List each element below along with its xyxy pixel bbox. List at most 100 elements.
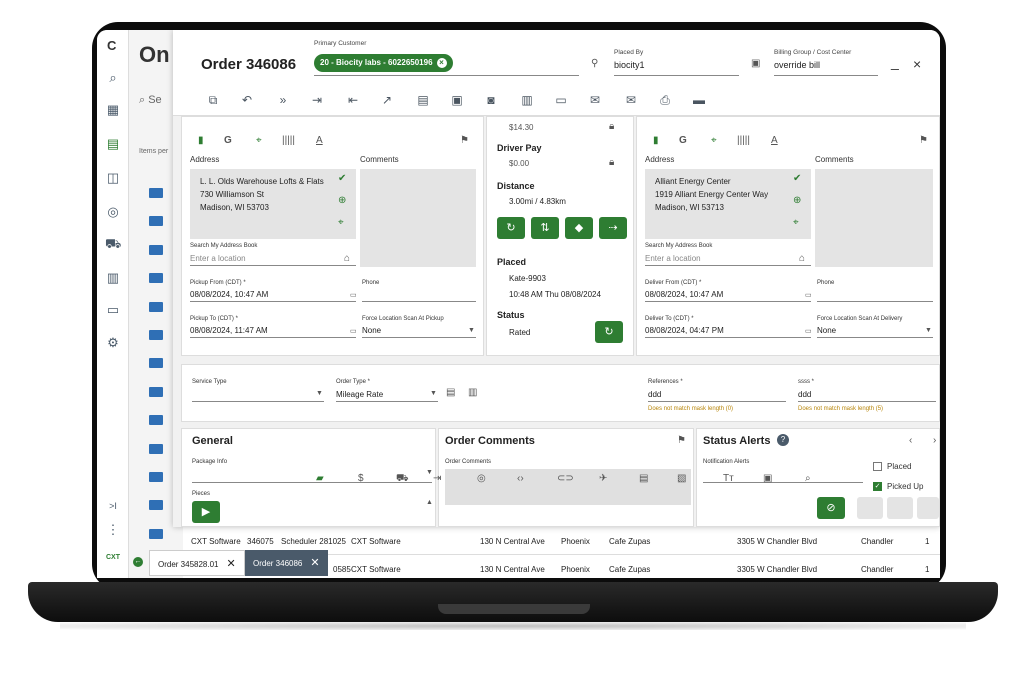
mail-icon[interactable] [149, 216, 163, 227]
image-search-icon[interactable]: ▣ [449, 92, 465, 108]
order-type-select[interactable]: Mileage Rate [336, 390, 383, 399]
print-icon[interactable]: ⎙ [657, 92, 673, 108]
calendar-icon[interactable]: ▭ [350, 291, 357, 299]
contact-card-icon[interactable]: ▣ [751, 58, 760, 69]
add-location-icon[interactable]: ⊕ [338, 195, 346, 206]
save-button[interactable] [887, 497, 913, 519]
search-icon[interactable]: ⌕ [805, 473, 811, 484]
mail-icon[interactable] [149, 329, 163, 340]
force-scan-select[interactable]: None [362, 326, 381, 335]
text-icon[interactable]: A [316, 135, 323, 146]
book-icon[interactable]: ▮ [198, 135, 204, 146]
chevron-down-icon[interactable]: ▼ [316, 390, 323, 397]
home-settings-icon[interactable]: ⌂ [799, 253, 805, 264]
pin-icon[interactable]: ⌖ [338, 217, 344, 228]
pickup-from-input[interactable]: 08/08/2024, 10:47 AM [190, 290, 268, 299]
placed-checkbox[interactable] [873, 462, 882, 471]
map-icon[interactable]: ◫ [105, 170, 121, 186]
lock-icon[interactable]: 🔒︎ [609, 157, 614, 168]
schedule-icon[interactable]: ▥ [105, 270, 121, 286]
person-search-icon[interactable]: ⚲ [591, 58, 598, 69]
address-box[interactable]: L. L. Olds Warehouse Lofts & Flats 730 W… [190, 169, 356, 239]
lock-icon[interactable]: 🔒︎ [609, 121, 614, 132]
primary-customer-chip[interactable]: 20 - Biocity labs - 6022650196 × [314, 54, 453, 72]
address-box[interactable]: Alliant Energy Center 1919 Alliant Energ… [645, 169, 811, 239]
force-scan-select[interactable]: None [817, 326, 836, 335]
mail-icon[interactable] [149, 500, 163, 511]
mail-icon[interactable] [149, 301, 163, 312]
more-icon[interactable]: ⋮ [105, 522, 121, 538]
pickup-to-input[interactable]: 08/08/2024, 11:47 AM [190, 326, 268, 335]
pin-icon[interactable]: ⌖ [793, 217, 799, 228]
help-icon[interactable]: ? [777, 434, 789, 446]
route-button[interactable]: ⇅ [531, 217, 559, 239]
mail-icon[interactable] [149, 188, 163, 198]
terminal-icon[interactable]: ▭ [553, 92, 569, 108]
bar-chart-icon[interactable]: ▥ [468, 387, 477, 398]
mail-icon[interactable] [149, 528, 163, 539]
truck-icon[interactable]: ⛟ [105, 236, 121, 252]
scan-icon[interactable]: ◎ [477, 473, 486, 484]
folder-icon[interactable]: ▰ [316, 473, 324, 484]
minimize-icon[interactable]: _ [891, 54, 899, 70]
close-icon[interactable]: ✕ [227, 558, 236, 570]
deliver-to-input[interactable]: 08/08/2024, 04:47 PM [645, 326, 724, 335]
airplane-icon[interactable]: ✈ [599, 473, 607, 484]
undo-icon[interactable]: ↶ [239, 92, 255, 108]
cancel-order-button[interactable]: ⊘ [817, 497, 845, 519]
directions-button[interactable]: ◆ [565, 217, 593, 239]
mail-icon[interactable] [149, 273, 163, 284]
clipboard-icon[interactable]: ▤ [415, 92, 431, 108]
google-icon[interactable]: G [679, 135, 687, 146]
mail-settings-icon[interactable]: ✉ [623, 92, 639, 108]
scan-icon[interactable]: ◎ [105, 204, 121, 220]
login-icon[interactable]: ⇥ [433, 473, 441, 484]
double-chevron-icon[interactable]: » [275, 92, 291, 108]
mail-icon[interactable] [149, 415, 163, 426]
note-icon[interactable]: ▧ [677, 473, 686, 484]
briefcase-icon[interactable]: ▣ [763, 473, 772, 484]
flag-icon[interactable]: ⚑ [919, 135, 928, 146]
comments-box[interactable] [360, 169, 476, 267]
text-icon[interactable]: A [771, 135, 778, 146]
barcode-icon[interactable]: ||||| [282, 135, 295, 146]
mail-icon[interactable] [149, 358, 163, 369]
link-icon[interactable]: ⊂⊃ [557, 473, 574, 484]
flag-icon[interactable]: ⚑ [677, 435, 686, 446]
tab-order-345828[interactable]: Order 345828.01 ✕ [149, 550, 245, 576]
comments-box[interactable] [815, 169, 933, 267]
undo-button[interactable] [857, 497, 883, 519]
card-icon[interactable]: ▬ [691, 92, 707, 108]
mail-icon[interactable] [149, 471, 163, 482]
billing-value[interactable]: override bill [774, 60, 820, 70]
deliver-from-input[interactable]: 08/08/2024, 10:47 AM [645, 290, 723, 299]
merge-button[interactable]: ⇢ [599, 217, 627, 239]
expand-icon[interactable]: >I [105, 498, 121, 514]
delete-button[interactable] [917, 497, 939, 519]
location-icon[interactable]: ⌖ [256, 135, 262, 146]
close-icon[interactable]: × [913, 56, 921, 72]
location-icon[interactable]: ⌖ [711, 135, 717, 146]
copy-icon[interactable]: ⧉ [205, 92, 221, 108]
search-book-input[interactable]: Enter a location [190, 254, 246, 263]
calendar-icon[interactable]: ▭ [805, 327, 812, 335]
trend-icon[interactable]: ↗ [379, 92, 395, 108]
dashboard-icon[interactable]: ▦ [105, 102, 121, 118]
mail-icon[interactable] [149, 443, 163, 454]
text-format-icon[interactable]: Tт [723, 473, 734, 484]
barcode-icon[interactable]: ||||| [737, 135, 750, 146]
calendar-icon[interactable]: ▭ [805, 291, 812, 299]
calendar-icon[interactable]: ▭ [350, 327, 357, 335]
chevron-up-icon[interactable]: ▲ [426, 499, 433, 506]
chevron-down-icon[interactable]: ▼ [468, 327, 475, 334]
chevron-down-icon[interactable]: ▼ [426, 469, 433, 476]
chevron-down-icon[interactable]: ▼ [925, 327, 932, 334]
badge-icon[interactable]: ◙ [483, 92, 499, 108]
tag-button[interactable]: ▶ [192, 501, 220, 523]
bar-chart-icon[interactable]: ▥ [519, 92, 535, 108]
flag-icon[interactable]: ⚑ [460, 135, 469, 146]
mail-icon[interactable]: ✉ [587, 92, 603, 108]
document-icon[interactable]: ▤ [639, 473, 648, 484]
google-icon[interactable]: G [224, 135, 232, 146]
close-icon[interactable]: ✕ [310, 557, 319, 569]
